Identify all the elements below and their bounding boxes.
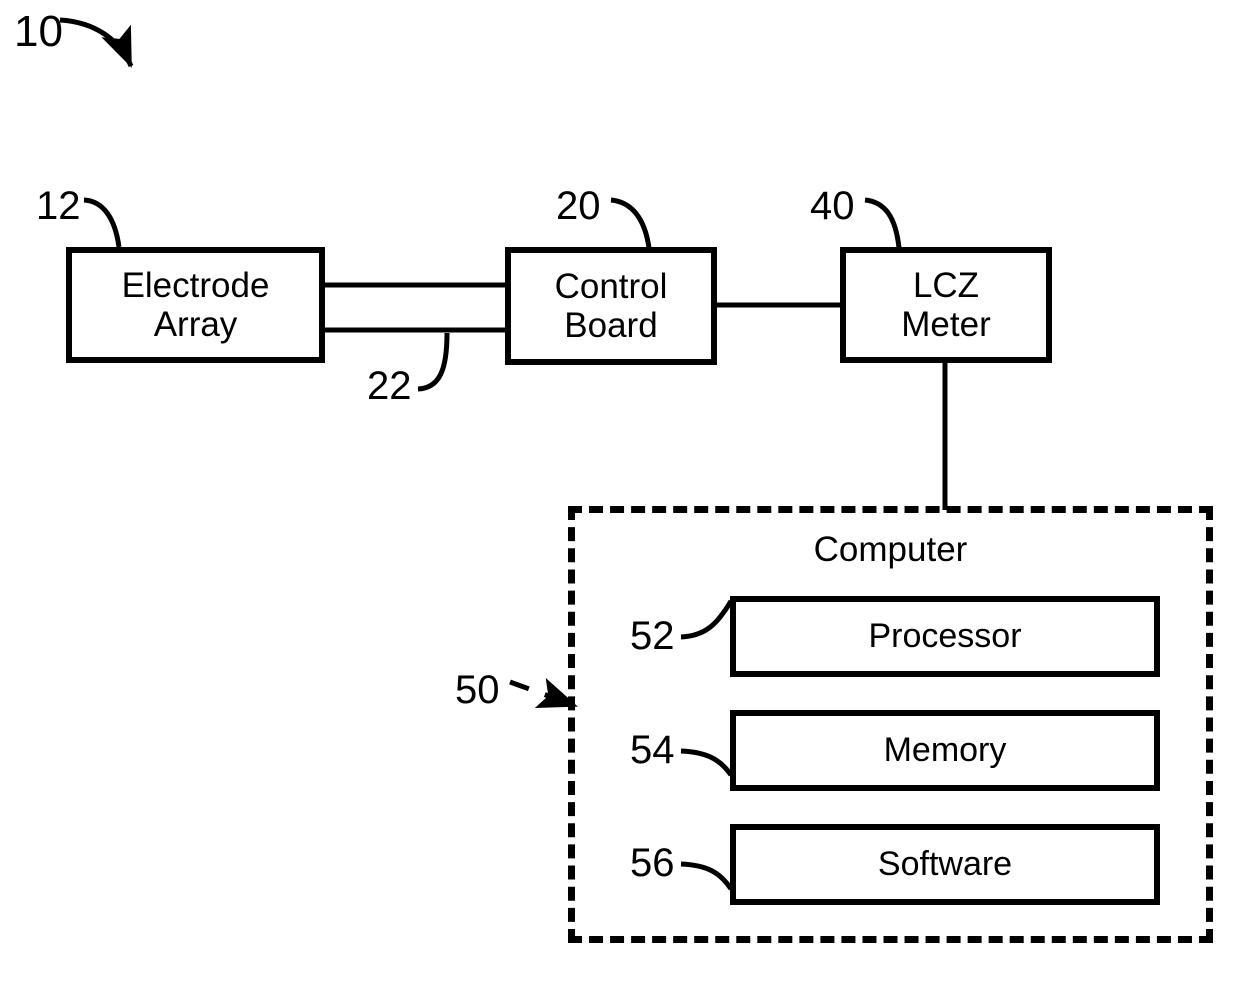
leader-electrode-array [83,197,122,248]
leader-computer-container [509,677,578,709]
block-control-board[interactable]: Control Board [505,247,717,365]
ref-numeral-computer: 50 [455,668,500,712]
block-memory-label: Memory [883,731,1007,770]
block-software-label: Software [877,845,1013,884]
block-software[interactable]: Software [730,824,1160,905]
block-memory[interactable]: Memory [730,710,1160,791]
block-processor[interactable]: Processor [730,596,1160,677]
ref-numeral-lcz-meter: 40 [810,184,855,228]
block-processor-label: Processor [868,617,1022,656]
ref-numeral-electrode-array: 12 [36,184,81,228]
block-electrode-array[interactable]: Electrode Array [66,247,325,363]
ref-numeral-memory: 54 [630,728,675,772]
ref-numeral-processor: 52 [630,614,675,658]
leader-figure-arrow [59,17,134,68]
leader-control-board [610,197,652,249]
patent-figure: Electrode Array Control Board LCZ Meter … [0,0,1240,983]
block-lcz-meter-label: LCZ Meter [901,265,991,344]
leader-lcz-meter [864,197,902,249]
block-lcz-meter[interactable]: LCZ Meter [840,247,1052,363]
leader-connection-22 [417,332,450,392]
ref-numeral-connection-22: 22 [367,364,412,408]
ref-numeral-control-board: 20 [556,184,601,228]
computer-title: Computer [813,530,968,569]
ref-numeral-software: 56 [630,841,675,885]
block-electrode-array-label: Electrode Array [121,265,270,344]
ref-numeral-figure: 10 [14,7,63,56]
block-control-board-label: Control Board [554,266,668,345]
